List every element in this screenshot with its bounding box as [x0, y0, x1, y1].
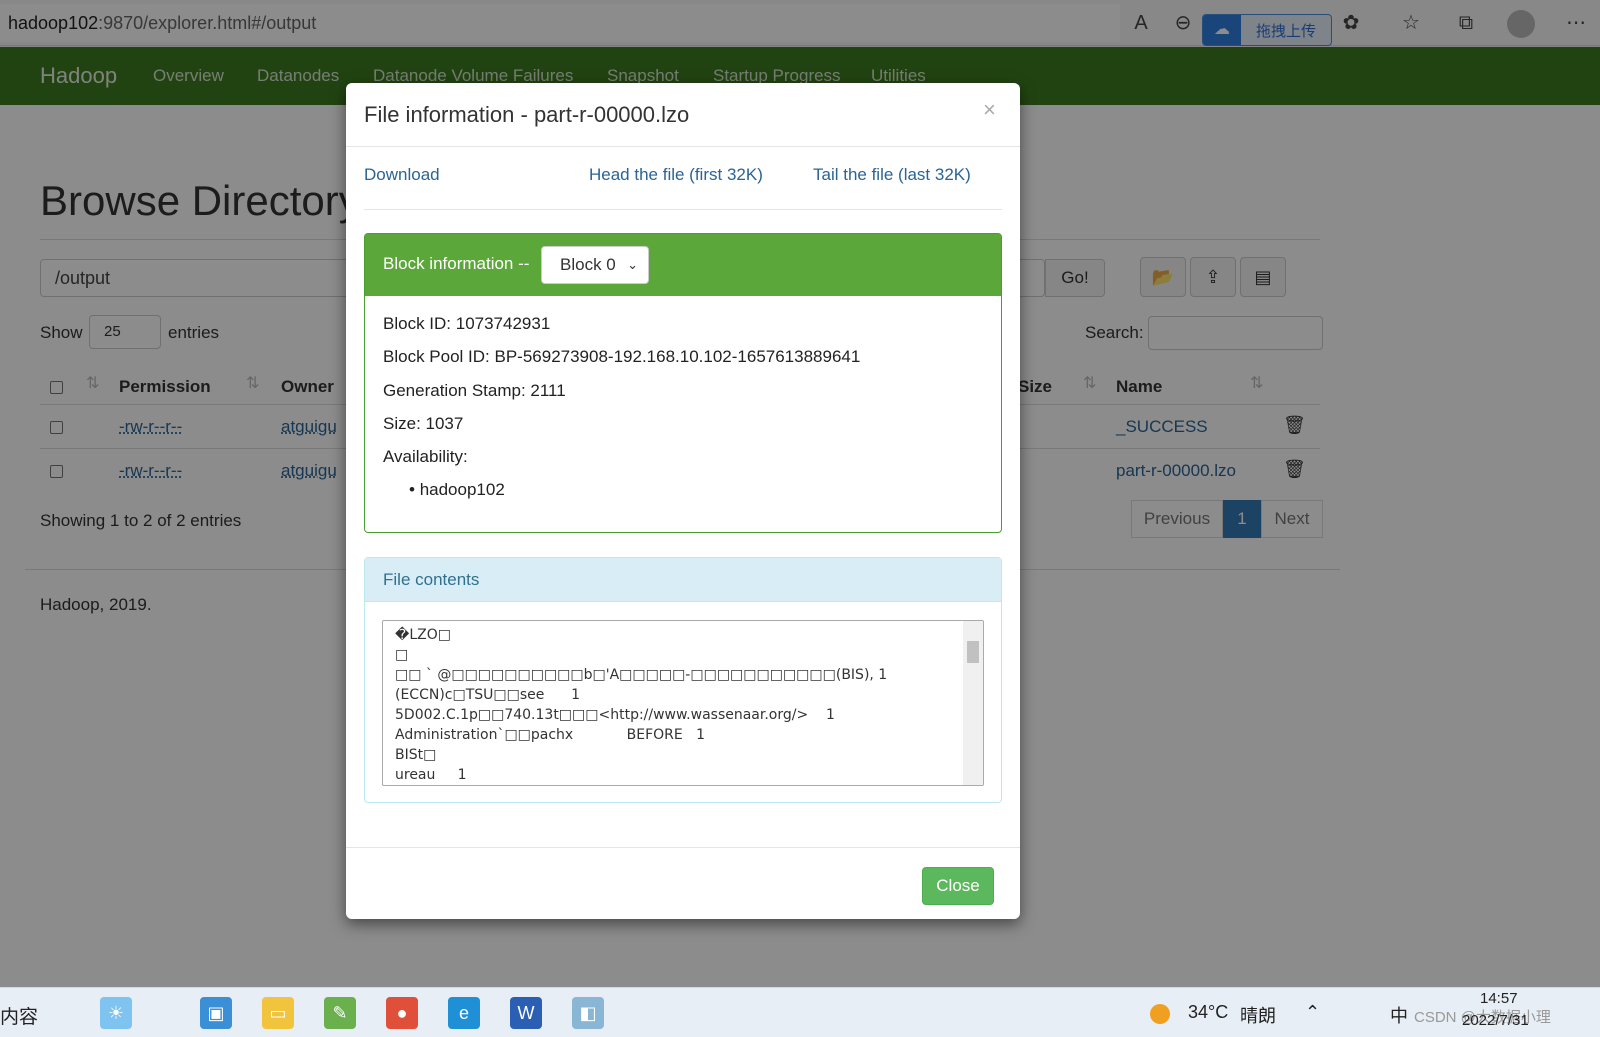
- close-icon[interactable]: ×: [983, 97, 996, 123]
- search-box-text[interactable]: 内容: [0, 1002, 38, 1029]
- block-info-label: Block information --: [383, 254, 530, 273]
- content-line: 5D002.C.1p□□740.13t□□□<http://www.wassen…: [395, 707, 835, 723]
- availability-node: • hadoop102: [409, 480, 505, 499]
- file-explorer-icon[interactable]: ▭: [262, 997, 294, 1029]
- weather-desc: 晴朗: [1240, 1006, 1276, 1026]
- block-panel-header: Block information -- Block 0 ⌄: [365, 234, 1001, 296]
- availability-node-name: hadoop102: [419, 480, 505, 499]
- widgets-icon[interactable]: ☀: [100, 997, 132, 1029]
- textarea-scrollbar[interactable]: [963, 621, 983, 785]
- app-icon[interactable]: ✎: [324, 997, 356, 1029]
- ime-indicator[interactable]: 中: [1390, 1002, 1408, 1028]
- content-line: Administration`□□pachx BEFORE 1: [395, 727, 705, 743]
- weather-temp: 34°C: [1188, 1002, 1229, 1022]
- head-file-link[interactable]: Head the file (first 32K): [589, 165, 763, 185]
- clock-date[interactable]: 2022/7/31: [1462, 1012, 1529, 1029]
- block-info-panel: Block information -- Block 0 ⌄ Block ID:…: [364, 233, 1002, 533]
- content-line: �LZO□: [395, 627, 451, 643]
- modal-footer-divider: [346, 847, 1020, 848]
- file-contents-panel: File contents �LZO□ □ □□ ` @□□□□□□□□□□b□…: [364, 557, 1002, 803]
- availability-label: Availability:: [383, 447, 468, 466]
- content-line: (ECCN)c□TSU□□see 1: [395, 687, 580, 703]
- app-icon[interactable]: ▣: [200, 997, 232, 1029]
- block-id: Block ID: 1073742931: [383, 314, 551, 333]
- content-line: □□ ` @□□□□□□□□□□b□'A□□□□□-□□□□□□□□□□□(BI…: [395, 667, 888, 683]
- file-contents-textarea[interactable]: �LZO□ □ □□ ` @□□□□□□□□□□b□'A□□□□□-□□□□□□…: [382, 620, 984, 786]
- app-icon[interactable]: ◧: [572, 997, 604, 1029]
- tray-chevron-icon[interactable]: ⌃: [1305, 1002, 1320, 1023]
- block-select[interactable]: Block 0 ⌄: [541, 246, 649, 284]
- chevron-down-icon: ⌄: [627, 257, 638, 272]
- close-button[interactable]: Close: [922, 867, 994, 905]
- clock-time[interactable]: 14:57: [1480, 990, 1518, 1007]
- block-pool-id: Block Pool ID: BP-569273908-192.168.10.1…: [383, 347, 861, 366]
- block-select-value: Block 0: [560, 255, 616, 274]
- generation-stamp: Generation Stamp: 2111: [383, 381, 566, 400]
- app-icon[interactable]: ●: [386, 997, 418, 1029]
- weather-icon: [1150, 1004, 1170, 1024]
- scrollbar-thumb[interactable]: [967, 641, 979, 663]
- tail-file-link[interactable]: Tail the file (last 32K): [813, 165, 971, 185]
- word-icon[interactable]: W: [510, 997, 542, 1029]
- modal-title: File information - part-r-00000.lzo: [364, 102, 690, 127]
- contents-panel-header: File contents: [365, 558, 1001, 602]
- file-contents-label: File contents: [383, 570, 480, 589]
- download-link[interactable]: Download: [364, 165, 440, 185]
- taskbar: 内容 ☀ ▣ ▭ ✎ ● e W ◧ 34°C 晴朗 ⌃ 中 CSDN @大数据…: [0, 987, 1600, 1037]
- content-line: ureau 1: [395, 767, 467, 783]
- content-line: □: [395, 647, 409, 663]
- file-info-modal: File information - part-r-00000.lzo × Do…: [346, 83, 1020, 919]
- edge-icon[interactable]: e: [448, 997, 480, 1029]
- links-divider: [364, 209, 1002, 210]
- modal-header-divider: [346, 146, 1020, 147]
- content-line: BISt□: [395, 747, 437, 763]
- block-size: Size: 1037: [383, 414, 464, 433]
